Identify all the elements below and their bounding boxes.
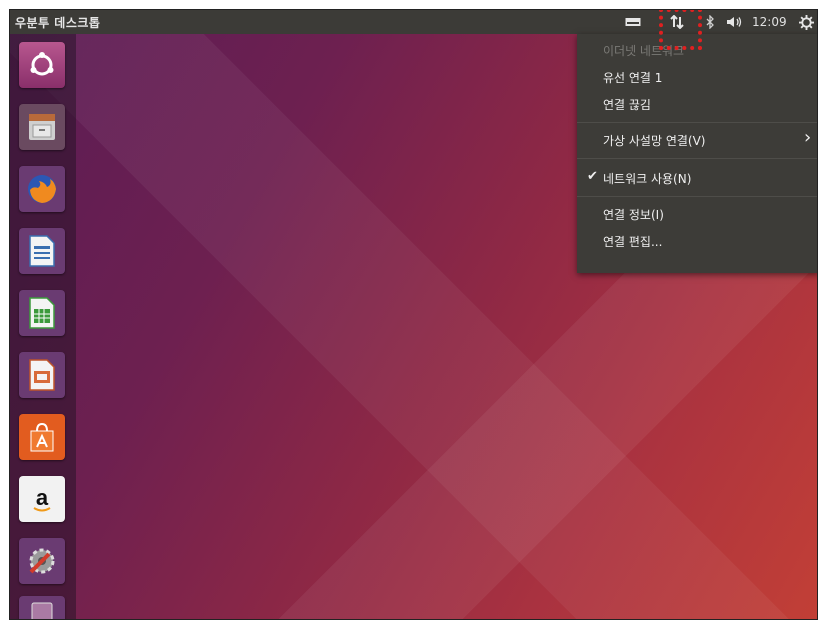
libreoffice-calc-button[interactable] [19, 290, 65, 336]
menu-item-connection-info[interactable]: 연결 정보(I) [603, 206, 664, 223]
amazon-icon: a [33, 485, 51, 512]
libreoffice-writer-button[interactable] [19, 228, 65, 274]
menu-item-wired-connection[interactable]: 유선 연결 1 [603, 69, 662, 86]
volume-icon[interactable] [723, 10, 747, 34]
wrench-gear-icon [29, 548, 55, 574]
window-title: 우분투 데스크톱 [15, 16, 101, 30]
launcher: a [10, 34, 76, 619]
screen: 우분투 데스크톱 12:09 a 이더넷 네트워크 유선 연결 1 연결 끊김 … [9, 9, 818, 620]
ubuntu-dash-button[interactable] [19, 42, 65, 88]
menu-item-disconnect[interactable]: 연결 끊김 [603, 96, 651, 113]
firefox-button[interactable] [19, 166, 65, 212]
menu-separator [577, 158, 817, 159]
software-center-button[interactable] [19, 414, 65, 460]
trash-icon [31, 602, 53, 619]
network-menu: 이더넷 네트워크 유선 연결 1 연결 끊김 가상 사설망 연결(V) › ✔ … [577, 34, 817, 273]
firefox-icon [28, 175, 56, 203]
impress-presentation-icon [29, 359, 55, 391]
menu-separator [577, 122, 817, 123]
keyboard-icon[interactable] [622, 10, 644, 34]
menu-item-vpn[interactable]: 가상 사설망 연결(V) [603, 132, 705, 149]
system-settings-button[interactable] [19, 538, 65, 584]
calc-spreadsheet-icon [29, 297, 55, 329]
menu-separator [577, 196, 817, 197]
file-cabinet-icon [29, 114, 55, 140]
gear-icon[interactable] [797, 10, 815, 34]
shopping-bag-icon [30, 422, 54, 452]
files-button[interactable] [19, 104, 65, 150]
highlight-annotation [659, 10, 702, 50]
menu-item-enable-networking[interactable]: 네트워크 사용(N) [603, 170, 691, 187]
writer-document-icon [29, 235, 55, 267]
ubuntu-logo-icon [30, 52, 54, 76]
trash-button[interactable] [19, 596, 65, 619]
bluetooth-icon[interactable] [703, 10, 717, 34]
menu-item-edit-connections[interactable]: 연결 편집... [603, 233, 662, 250]
submenu-arrow-icon: › [804, 127, 812, 148]
clock[interactable]: 12:09 [752, 15, 787, 29]
svg-text:a: a [36, 485, 49, 510]
libreoffice-impress-button[interactable] [19, 352, 65, 398]
checkmark-icon: ✔ [587, 169, 598, 184]
amazon-button[interactable]: a [19, 476, 65, 522]
